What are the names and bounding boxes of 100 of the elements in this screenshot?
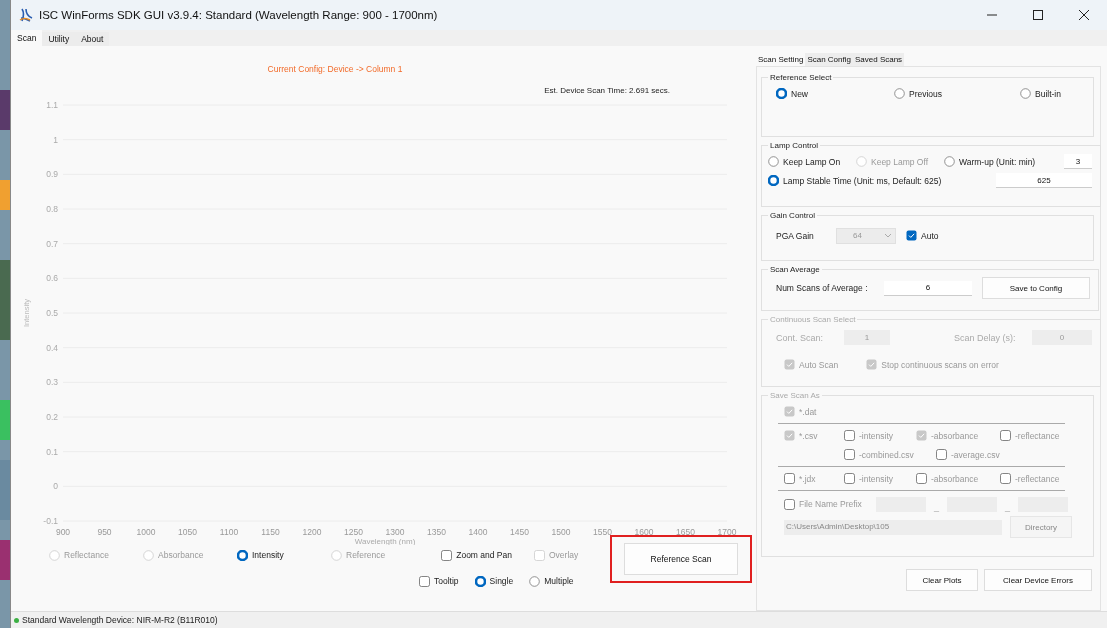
maximize-icon bbox=[1033, 10, 1043, 20]
option-label: Intensity bbox=[252, 550, 284, 560]
radio-button[interactable] bbox=[768, 156, 779, 167]
radio-button[interactable] bbox=[237, 549, 248, 561]
x-tick-label: 1300 bbox=[385, 527, 405, 537]
option-label: Multiple bbox=[544, 576, 574, 586]
window-title: ISC WinForms SDK GUI v3.9.4: Standard (Wavelength Range: 900 - 1700nm) bbox=[39, 9, 439, 21]
num-scans-label: Num Scans of Average : bbox=[776, 283, 869, 293]
y-tick-label: 0.2 bbox=[46, 412, 58, 422]
x-tick-label: 1350 bbox=[427, 527, 446, 537]
option-label: File Name Prefix bbox=[799, 499, 862, 509]
option-label: -intensity bbox=[859, 473, 893, 484]
option-label: Overlay bbox=[549, 550, 579, 560]
x-axis-title: Wavelength (nm) bbox=[354, 537, 416, 545]
option-label: -reflectance bbox=[1015, 430, 1060, 441]
option-label: Previous bbox=[909, 88, 943, 99]
x-tick-label: 1700 bbox=[717, 527, 737, 537]
option-label: -absorbance bbox=[931, 473, 979, 484]
radio-button[interactable] bbox=[474, 575, 486, 587]
option-label: Auto Scan bbox=[799, 359, 839, 370]
radio-button[interactable] bbox=[894, 88, 905, 99]
separator-text: _ bbox=[934, 502, 939, 512]
option-label: Keep Lamp On bbox=[783, 156, 841, 167]
radio-button[interactable] bbox=[529, 575, 541, 587]
num-scans-field[interactable]: 6 bbox=[884, 280, 972, 296]
reference-scan-button[interactable]: Reference Scan bbox=[624, 543, 738, 575]
x-tick-label: 1200 bbox=[302, 527, 322, 537]
radio-button[interactable] bbox=[1020, 88, 1031, 99]
tab[interactable]: Scan Config bbox=[805, 53, 853, 66]
option-label: *.csv bbox=[799, 430, 818, 441]
scan-time-text: Est. Device Scan Time: 2.691 secs. bbox=[544, 86, 670, 95]
tab[interactable]: Utility bbox=[42, 32, 76, 46]
y-tick-label: 0.4 bbox=[46, 342, 58, 353]
x-tick-label: 1550 bbox=[593, 527, 612, 537]
x-tick-label: 1100 bbox=[219, 527, 239, 537]
option-label: Keep Lamp Off bbox=[871, 156, 929, 167]
x-tick-label: 1400 bbox=[468, 527, 488, 537]
y-tick-label: 0.3 bbox=[46, 377, 58, 388]
option-label: Zoom and Pan bbox=[456, 550, 512, 560]
option-label: Reference bbox=[346, 550, 386, 560]
y-tick-label: 0.6 bbox=[46, 273, 58, 284]
tab[interactable]: Saved Scans bbox=[852, 53, 905, 66]
radio-button[interactable] bbox=[768, 175, 779, 186]
option-label: -combined.csv bbox=[859, 449, 914, 460]
x-tick-label: 950 bbox=[97, 527, 112, 537]
radio-button[interactable] bbox=[944, 156, 955, 167]
group-title: Continuous Scan Select bbox=[769, 315, 857, 324]
y-tick-label: 0.9 bbox=[46, 169, 58, 180]
x-tick-label: 1050 bbox=[178, 527, 197, 537]
option-label: Warm-up (Unit: min) bbox=[959, 156, 1036, 167]
scan-delay-label: Scan Delay (s): bbox=[954, 332, 1017, 343]
action-button[interactable]: Clear Device Errors bbox=[984, 569, 1092, 591]
app-logo-icon bbox=[19, 8, 33, 22]
status-text: Standard Wavelength Device: NIR-M-R2 (B11R010) bbox=[22, 615, 218, 625]
separator-text: _ bbox=[1005, 502, 1011, 512]
x-tick-label: 1450 bbox=[510, 527, 529, 537]
option-label: Single bbox=[489, 576, 514, 586]
save-to-config-button[interactable]: Save to Config bbox=[982, 277, 1090, 299]
y-tick-label: 0.5 bbox=[46, 308, 58, 318]
group-title: Gain Control bbox=[769, 211, 816, 220]
x-tick-label: 1250 bbox=[344, 527, 363, 537]
x-tick-label: 1150 bbox=[261, 527, 280, 537]
option-label: *.jdx bbox=[799, 473, 816, 484]
option-label: -intensity bbox=[859, 430, 893, 441]
x-tick-label: 900 bbox=[55, 527, 71, 537]
y-tick-label: 0.7 bbox=[46, 238, 58, 249]
option-label: Auto bbox=[921, 230, 939, 241]
group-title: Reference Select bbox=[769, 73, 833, 82]
pga-gain-label: PGA Gain bbox=[776, 230, 815, 241]
checkbox[interactable] bbox=[906, 230, 917, 241]
action-button[interactable]: Clear Plots bbox=[906, 569, 978, 591]
option-label: *.dat bbox=[799, 406, 817, 417]
group-title: Scan Average bbox=[769, 265, 821, 274]
checkbox[interactable] bbox=[419, 575, 430, 587]
x-tick-label: 1000 bbox=[136, 527, 156, 537]
warmup-field[interactable]: 3 bbox=[1064, 154, 1092, 169]
stable-time-field[interactable]: 625 bbox=[996, 173, 1092, 188]
radio-button[interactable] bbox=[776, 88, 787, 99]
option-label: -reflectance bbox=[1015, 473, 1060, 484]
x-tick-label: 1650 bbox=[676, 527, 695, 537]
x-tick-label: 1500 bbox=[551, 527, 571, 537]
option-label: Stop continuous scans on error bbox=[881, 359, 999, 370]
option-label: Lamp Stable Time (Unit: ms, Default: 625) bbox=[783, 175, 942, 186]
option-label: Tooltip bbox=[434, 576, 459, 586]
chevron-down-icon bbox=[885, 233, 891, 238]
option-label: New bbox=[791, 88, 808, 99]
y-tick-label: 1 bbox=[53, 134, 58, 145]
option-label: -absorbance bbox=[931, 430, 979, 441]
config-text: Current Config: Device -> Column 1 bbox=[266, 64, 404, 74]
y-tick-label: 0.1 bbox=[46, 446, 58, 457]
option-label: -average.csv bbox=[951, 449, 1000, 460]
tab[interactable]: About bbox=[75, 32, 110, 46]
option-label: Absorbance bbox=[158, 550, 204, 560]
tab[interactable]: Scan bbox=[11, 30, 43, 46]
cont-scan-label: Cont. Scan: bbox=[776, 332, 825, 343]
x-tick-label: 1600 bbox=[634, 527, 654, 537]
checkbox[interactable] bbox=[441, 549, 453, 561]
group-title: Lamp Control bbox=[769, 141, 820, 150]
y-tick-label: -0.1 bbox=[43, 516, 58, 526]
close-icon bbox=[1079, 10, 1089, 20]
